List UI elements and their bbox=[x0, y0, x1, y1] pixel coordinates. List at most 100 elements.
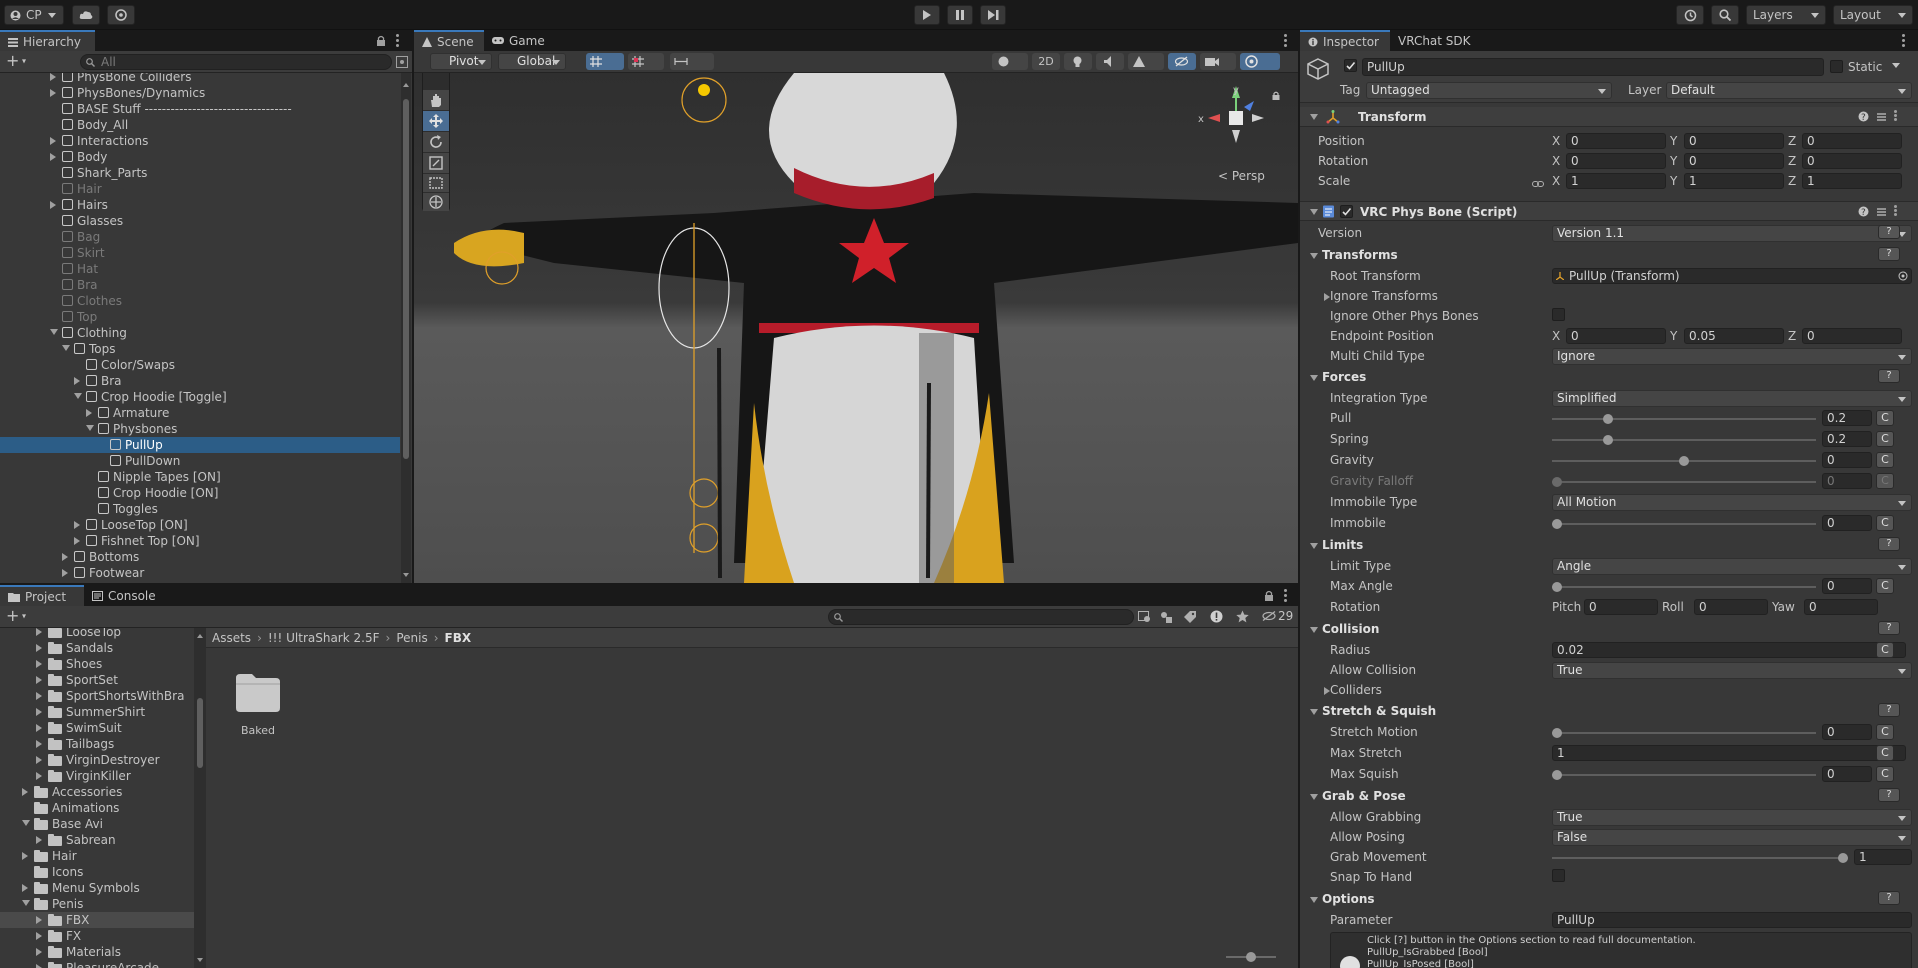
curve-button[interactable]: C bbox=[1876, 515, 1894, 531]
warning-icon[interactable] bbox=[1210, 610, 1223, 623]
curve-button[interactable]: C bbox=[1876, 410, 1894, 426]
project-folder-item[interactable]: SportShortsWithBra bbox=[0, 688, 194, 704]
curve-button[interactable]: C bbox=[1876, 766, 1894, 782]
project-lock-icon[interactable] bbox=[1264, 590, 1274, 601]
stretch-motion-slider[interactable] bbox=[1552, 728, 1816, 738]
project-folder-item[interactable]: FBX bbox=[0, 912, 194, 928]
immobile-slider-value[interactable]: 0 bbox=[1822, 515, 1872, 531]
layers-dropdown[interactable]: Layers bbox=[1746, 5, 1826, 25]
scene-visibility-icon[interactable] bbox=[396, 56, 408, 68]
active-checkbox[interactable] bbox=[1344, 59, 1357, 72]
hierarchy-item[interactable]: Skirt bbox=[0, 245, 400, 261]
hierarchy-item[interactable]: Bra bbox=[0, 277, 400, 293]
project-more-icon[interactable] bbox=[1284, 589, 1288, 603]
gravity-falloff-slider-value[interactable]: 0 bbox=[1822, 473, 1872, 489]
pitch-input[interactable]: 0 bbox=[1584, 599, 1658, 615]
project-folder-item[interactable]: Sabrean bbox=[0, 832, 194, 848]
expand-arrow-icon[interactable] bbox=[22, 820, 30, 826]
parameter-input[interactable]: PullUp bbox=[1552, 912, 1912, 928]
hierarchy-item[interactable]: Hat bbox=[0, 261, 400, 277]
hierarchy-item[interactable]: Color/Swaps bbox=[0, 357, 400, 373]
help-button[interactable]: ? bbox=[1878, 247, 1900, 261]
limits-section[interactable]: Limits bbox=[1322, 538, 1363, 552]
expand-arrow-icon[interactable] bbox=[50, 89, 56, 97]
gravity-falloff-slider[interactable] bbox=[1552, 477, 1816, 487]
object-picker-icon[interactable] bbox=[1898, 271, 1908, 281]
hierarchy-item[interactable]: Bag bbox=[0, 229, 400, 245]
expand-arrow-icon[interactable] bbox=[36, 628, 42, 636]
hierarchy-item[interactable]: Glasses bbox=[0, 213, 400, 229]
project-folder-item[interactable]: SwimSuit bbox=[0, 720, 194, 736]
expand-arrow-icon[interactable] bbox=[86, 425, 94, 431]
lighting-toggle-button[interactable] bbox=[1064, 53, 1092, 70]
project-folder-item[interactable]: SummerShirt bbox=[0, 704, 194, 720]
hierarchy-item[interactable]: Clothes bbox=[0, 293, 400, 309]
project-folder-item[interactable]: Menu Symbols bbox=[0, 880, 194, 896]
collapse-arrow-icon[interactable] bbox=[1310, 375, 1318, 381]
expand-arrow-icon[interactable] bbox=[36, 708, 42, 716]
component-more-icon[interactable] bbox=[1894, 205, 1898, 219]
grab-section[interactable]: Grab & Pose bbox=[1322, 789, 1406, 803]
hierarchy-item[interactable]: PullUp bbox=[0, 437, 400, 453]
slider-knob[interactable] bbox=[1602, 414, 1613, 424]
cloud-button[interactable] bbox=[72, 5, 100, 25]
hierarchy-item[interactable]: Hair bbox=[0, 181, 400, 197]
asset-tile[interactable]: Baked bbox=[230, 670, 286, 737]
curve-button[interactable]: C bbox=[1876, 745, 1894, 761]
tag-dropdown[interactable]: Untagged bbox=[1366, 82, 1612, 99]
project-folder-item[interactable]: Hair bbox=[0, 848, 194, 864]
radius-input[interactable]: 0.02 bbox=[1552, 642, 1906, 658]
project-folder-item[interactable]: Accessories bbox=[0, 784, 194, 800]
expand-arrow-icon[interactable] bbox=[74, 537, 80, 545]
expand-arrow-icon[interactable] bbox=[36, 964, 42, 968]
constrain-link-icon[interactable] bbox=[1532, 180, 1544, 188]
project-folder-item[interactable]: VirginKiller bbox=[0, 768, 194, 784]
hierarchy-item[interactable]: Body bbox=[0, 149, 400, 165]
expand-arrow-icon[interactable] bbox=[36, 836, 42, 844]
expand-arrow-icon[interactable] bbox=[36, 660, 42, 668]
hierarchy-item[interactable]: Footwear bbox=[0, 565, 400, 581]
slider-knob[interactable] bbox=[1552, 519, 1562, 529]
expand-arrow-icon[interactable] bbox=[50, 201, 56, 209]
filter-type-icon[interactable] bbox=[1160, 611, 1173, 623]
history-button[interactable] bbox=[1676, 5, 1704, 25]
project-folder-item[interactable]: Base Avi bbox=[0, 816, 194, 832]
project-folder-item[interactable]: Penis bbox=[0, 896, 194, 912]
ignore-other-checkbox[interactable] bbox=[1552, 308, 1565, 321]
camera-settings-button[interactable] bbox=[1200, 53, 1236, 70]
move-tool[interactable] bbox=[423, 111, 449, 131]
gravity-slider[interactable] bbox=[1552, 456, 1816, 466]
immobile-slider[interactable] bbox=[1552, 519, 1816, 529]
transform-scale-x-input[interactable]: 1 bbox=[1566, 173, 1666, 189]
static-checkbox[interactable] bbox=[1830, 60, 1843, 73]
project-folder-item[interactable]: Sandals bbox=[0, 640, 194, 656]
hierarchy-item[interactable]: BASE Stuff -----------------------------… bbox=[0, 101, 400, 117]
component-more-icon[interactable] bbox=[1894, 110, 1898, 124]
tab-scene[interactable]: Scene bbox=[414, 30, 484, 51]
zoom-slider[interactable] bbox=[1226, 952, 1276, 962]
expand-arrow-icon[interactable] bbox=[36, 724, 42, 732]
project-folder-item[interactable]: LooseTop bbox=[0, 628, 194, 640]
label-icon[interactable] bbox=[1184, 611, 1196, 623]
hierarchy-search-input[interactable]: All bbox=[80, 54, 392, 70]
transform-position-y-input[interactable]: 0 bbox=[1684, 133, 1784, 149]
options-section[interactable]: Options bbox=[1322, 892, 1375, 906]
max-squish-slider-value[interactable]: 0 bbox=[1822, 766, 1872, 782]
help-button[interactable]: ? bbox=[1878, 621, 1900, 635]
hierarchy-item[interactable]: PhysBones/Dynamics bbox=[0, 85, 400, 101]
hierarchy-item[interactable]: Physbones bbox=[0, 421, 400, 437]
effects-button[interactable] bbox=[1128, 53, 1164, 70]
hierarchy-item[interactable]: Nipple Tapes [ON] bbox=[0, 469, 400, 485]
hierarchy-scrollbar[interactable] bbox=[401, 73, 411, 583]
tab-vrchat-sdk[interactable]: VRChat SDK bbox=[1390, 30, 1490, 51]
expand-arrow-icon[interactable] bbox=[36, 756, 42, 764]
audio-toggle-button[interactable] bbox=[1096, 53, 1124, 70]
transforms-section[interactable]: Transforms bbox=[1322, 248, 1398, 262]
shading-mode-button[interactable] bbox=[992, 53, 1028, 70]
expand-arrow-icon[interactable] bbox=[74, 521, 80, 529]
transform-tool[interactable] bbox=[423, 193, 449, 211]
hierarchy-item[interactable]: Hairs bbox=[0, 197, 400, 213]
expand-arrow-icon[interactable] bbox=[86, 409, 92, 417]
endpoint-z-input[interactable]: 0 bbox=[1802, 328, 1902, 344]
gravity-slider-value[interactable]: 0 bbox=[1822, 452, 1872, 468]
